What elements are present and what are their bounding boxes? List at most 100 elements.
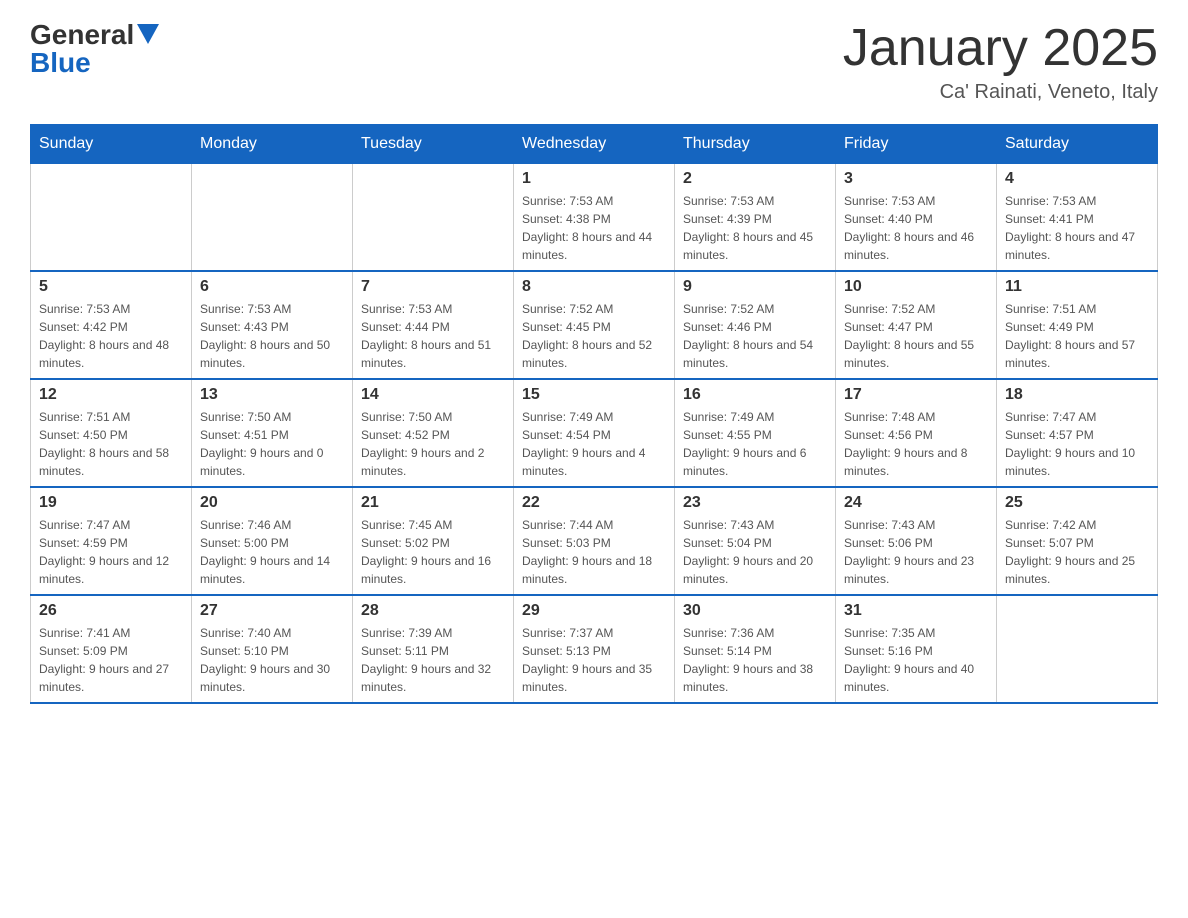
day-number: 3 xyxy=(844,170,988,188)
day-info-text: Sunrise: 7:41 AM Sunset: 5:09 PM Dayligh… xyxy=(39,624,183,696)
day-info-text: Sunrise: 7:51 AM Sunset: 4:50 PM Dayligh… xyxy=(39,408,183,480)
day-number: 21 xyxy=(361,494,505,512)
logo-triangle-icon xyxy=(137,24,159,44)
day-info-text: Sunrise: 7:52 AM Sunset: 4:47 PM Dayligh… xyxy=(844,300,988,372)
calendar-week-row: 26 Sunrise: 7:41 AM Sunset: 5:09 PM Dayli… xyxy=(31,595,1158,703)
day-number: 8 xyxy=(522,278,666,296)
calendar-day-cell: 18 Sunrise: 7:47 AM Sunset: 4:57 PM Dayli… xyxy=(997,379,1158,487)
day-number: 6 xyxy=(200,278,344,296)
day-info-text: Sunrise: 7:53 AM Sunset: 4:41 PM Dayligh… xyxy=(1005,192,1149,264)
calendar-day-cell: 4 Sunrise: 7:53 AM Sunset: 4:41 PM Daylig… xyxy=(997,164,1158,272)
calendar-day-cell: 13 Sunrise: 7:50 AM Sunset: 4:51 PM Dayli… xyxy=(192,379,353,487)
day-of-week-header: Sunday xyxy=(31,125,192,164)
title-block: January 2025 Ca' Rainati, Veneto, Italy xyxy=(843,20,1158,104)
day-info-text: Sunrise: 7:37 AM Sunset: 5:13 PM Dayligh… xyxy=(522,624,666,696)
day-info-text: Sunrise: 7:53 AM Sunset: 4:44 PM Dayligh… xyxy=(361,300,505,372)
day-number: 26 xyxy=(39,602,183,620)
calendar-table: SundayMondayTuesdayWednesdayThursdayFrid… xyxy=(30,124,1158,704)
calendar-day-cell: 22 Sunrise: 7:44 AM Sunset: 5:03 PM Dayli… xyxy=(514,487,675,595)
calendar-day-cell: 16Sunrise: 7:49 AM Sunset: 4:55 PM Dayli… xyxy=(675,379,836,487)
day-info-text: Sunrise: 7:47 AM Sunset: 4:59 PM Dayligh… xyxy=(39,516,183,588)
day-number: 14 xyxy=(361,386,505,404)
day-number: 19 xyxy=(39,494,183,512)
day-info-text: Sunrise: 7:50 AM Sunset: 4:51 PM Dayligh… xyxy=(200,408,344,480)
day-info-text: Sunrise: 7:48 AM Sunset: 4:56 PM Dayligh… xyxy=(844,408,988,480)
calendar-week-row: 12Sunrise: 7:51 AM Sunset: 4:50 PM Dayli… xyxy=(31,379,1158,487)
day-number: 17 xyxy=(844,386,988,404)
day-info-text: Sunrise: 7:50 AM Sunset: 4:52 PM Dayligh… xyxy=(361,408,505,480)
calendar-day-cell: 3 Sunrise: 7:53 AM Sunset: 4:40 PM Daylig… xyxy=(836,164,997,272)
day-info-text: Sunrise: 7:44 AM Sunset: 5:03 PM Dayligh… xyxy=(522,516,666,588)
day-info-text: Sunrise: 7:35 AM Sunset: 5:16 PM Dayligh… xyxy=(844,624,988,696)
calendar-day-cell: 25 Sunrise: 7:42 AM Sunset: 5:07 PM Dayli… xyxy=(997,487,1158,595)
day-info-text: Sunrise: 7:45 AM Sunset: 5:02 PM Dayligh… xyxy=(361,516,505,588)
calendar-day-cell: 27Sunrise: 7:40 AM Sunset: 5:10 PM Dayli… xyxy=(192,595,353,703)
calendar-week-row: 19 Sunrise: 7:47 AM Sunset: 4:59 PM Dayli… xyxy=(31,487,1158,595)
day-info-text: Sunrise: 7:53 AM Sunset: 4:42 PM Dayligh… xyxy=(39,300,183,372)
calendar-week-row: 5 Sunrise: 7:53 AM Sunset: 4:42 PM Daylig… xyxy=(31,271,1158,379)
day-number: 28 xyxy=(361,602,505,620)
day-info-text: Sunrise: 7:49 AM Sunset: 4:54 PM Dayligh… xyxy=(522,408,666,480)
calendar-day-cell: 30 Sunrise: 7:36 AM Sunset: 5:14 PM Dayli… xyxy=(675,595,836,703)
day-number: 13 xyxy=(200,386,344,404)
day-info-text: Sunrise: 7:47 AM Sunset: 4:57 PM Dayligh… xyxy=(1005,408,1149,480)
day-number: 22 xyxy=(522,494,666,512)
day-number: 2 xyxy=(683,170,827,188)
day-number: 1 xyxy=(522,170,666,188)
day-number: 29 xyxy=(522,602,666,620)
calendar-day-cell: 6 Sunrise: 7:53 AM Sunset: 4:43 PM Daylig… xyxy=(192,271,353,379)
day-of-week-header: Tuesday xyxy=(353,125,514,164)
day-info-text: Sunrise: 7:43 AM Sunset: 5:06 PM Dayligh… xyxy=(844,516,988,588)
calendar-day-cell: 8 Sunrise: 7:52 AM Sunset: 4:45 PM Daylig… xyxy=(514,271,675,379)
day-of-week-header: Thursday xyxy=(675,125,836,164)
day-info-text: Sunrise: 7:43 AM Sunset: 5:04 PM Dayligh… xyxy=(683,516,827,588)
calendar-header-row: SundayMondayTuesdayWednesdayThursdayFrid… xyxy=(31,125,1158,164)
calendar-day-cell: 29 Sunrise: 7:37 AM Sunset: 5:13 PM Dayli… xyxy=(514,595,675,703)
day-of-week-header: Wednesday xyxy=(514,125,675,164)
day-number: 20 xyxy=(200,494,344,512)
day-number: 27 xyxy=(200,602,344,620)
calendar-day-cell: 14 Sunrise: 7:50 AM Sunset: 4:52 PM Dayli… xyxy=(353,379,514,487)
day-info-text: Sunrise: 7:53 AM Sunset: 4:43 PM Dayligh… xyxy=(200,300,344,372)
calendar-day-cell: 31Sunrise: 7:35 AM Sunset: 5:16 PM Dayli… xyxy=(836,595,997,703)
day-info-text: Sunrise: 7:46 AM Sunset: 5:00 PM Dayligh… xyxy=(200,516,344,588)
day-number: 25 xyxy=(1005,494,1149,512)
day-info-text: Sunrise: 7:39 AM Sunset: 5:11 PM Dayligh… xyxy=(361,624,505,696)
calendar-day-cell: 19 Sunrise: 7:47 AM Sunset: 4:59 PM Dayli… xyxy=(31,487,192,595)
calendar-day-cell: 28 Sunrise: 7:39 AM Sunset: 5:11 PM Dayli… xyxy=(353,595,514,703)
day-number: 30 xyxy=(683,602,827,620)
day-info-text: Sunrise: 7:36 AM Sunset: 5:14 PM Dayligh… xyxy=(683,624,827,696)
calendar-day-cell: 5 Sunrise: 7:53 AM Sunset: 4:42 PM Daylig… xyxy=(31,271,192,379)
day-number: 10 xyxy=(844,278,988,296)
day-of-week-header: Saturday xyxy=(997,125,1158,164)
day-number: 16 xyxy=(683,386,827,404)
day-number: 24 xyxy=(844,494,988,512)
day-info-text: Sunrise: 7:42 AM Sunset: 5:07 PM Dayligh… xyxy=(1005,516,1149,588)
calendar-day-cell xyxy=(353,164,514,272)
calendar-day-cell: 10 Sunrise: 7:52 AM Sunset: 4:47 PM Dayli… xyxy=(836,271,997,379)
day-of-week-header: Friday xyxy=(836,125,997,164)
day-number: 23 xyxy=(683,494,827,512)
calendar-day-cell: 2 Sunrise: 7:53 AM Sunset: 4:39 PM Daylig… xyxy=(675,164,836,272)
calendar-day-cell xyxy=(31,164,192,272)
calendar-day-cell: 9Sunrise: 7:52 AM Sunset: 4:46 PM Daylig… xyxy=(675,271,836,379)
day-number: 11 xyxy=(1005,278,1149,296)
calendar-day-cell: 26 Sunrise: 7:41 AM Sunset: 5:09 PM Dayli… xyxy=(31,595,192,703)
day-info-text: Sunrise: 7:53 AM Sunset: 4:39 PM Dayligh… xyxy=(683,192,827,264)
logo-blue-text: Blue xyxy=(30,49,91,77)
day-number: 5 xyxy=(39,278,183,296)
day-number: 7 xyxy=(361,278,505,296)
day-number: 4 xyxy=(1005,170,1149,188)
day-info-text: Sunrise: 7:53 AM Sunset: 4:40 PM Dayligh… xyxy=(844,192,988,264)
day-number: 15 xyxy=(522,386,666,404)
day-number: 18 xyxy=(1005,386,1149,404)
calendar-day-cell xyxy=(192,164,353,272)
day-info-text: Sunrise: 7:51 AM Sunset: 4:49 PM Dayligh… xyxy=(1005,300,1149,372)
calendar-day-cell xyxy=(997,595,1158,703)
day-info-text: Sunrise: 7:52 AM Sunset: 4:45 PM Dayligh… xyxy=(522,300,666,372)
day-of-week-header: Monday xyxy=(192,125,353,164)
logo: General Blue xyxy=(30,20,159,77)
calendar-day-cell: 24 Sunrise: 7:43 AM Sunset: 5:06 PM Dayli… xyxy=(836,487,997,595)
calendar-day-cell: 11 Sunrise: 7:51 AM Sunset: 4:49 PM Dayli… xyxy=(997,271,1158,379)
location-text: Ca' Rainati, Veneto, Italy xyxy=(843,81,1158,104)
